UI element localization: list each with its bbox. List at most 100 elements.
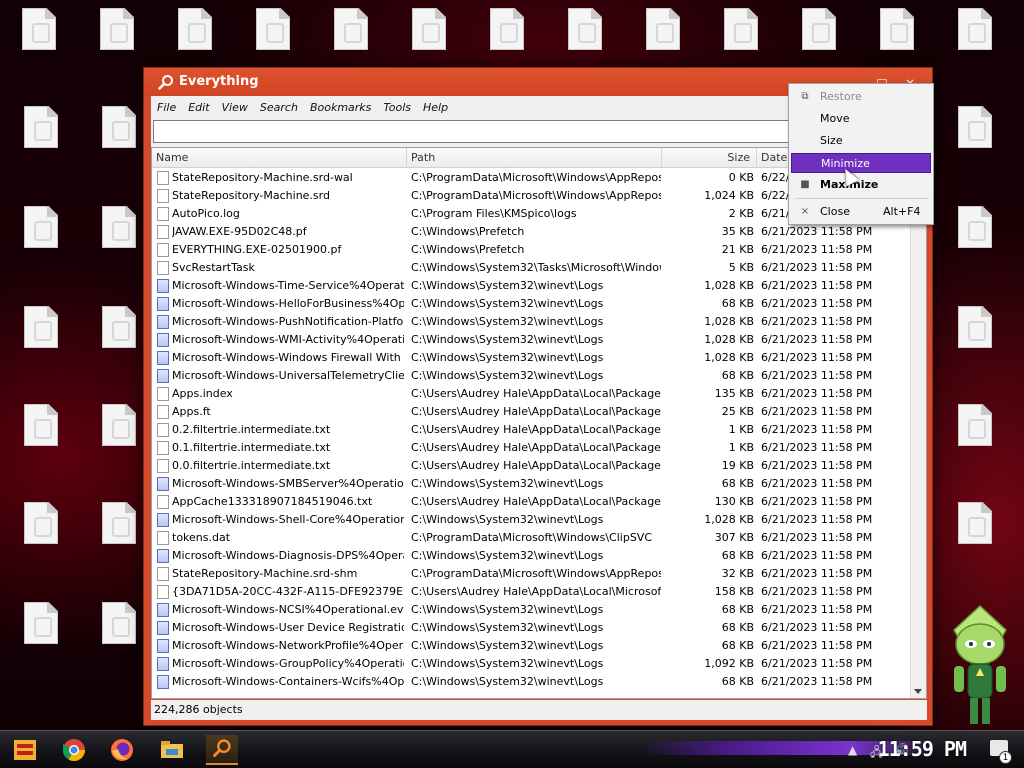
desktop-file-icon[interactable] — [2, 198, 78, 290]
tray-expand-icon[interactable]: ▲ — [848, 743, 857, 757]
menu-tools[interactable]: Tools — [377, 97, 417, 119]
table-row[interactable]: {3DA71D5A-20CC-432F-A115-DFE92379E91F}..… — [152, 583, 911, 601]
row-name: SvcRestartTask — [172, 261, 255, 274]
row-date: 6/21/2023 11:58 PM — [761, 351, 873, 364]
start-button-icon[interactable] — [12, 737, 38, 763]
file-icon — [100, 8, 134, 50]
table-row[interactable]: Apps.ft C:\Users\Audrey Hale\AppData\Loca… — [152, 403, 911, 421]
table-row[interactable]: Microsoft-Windows-WMI-Activity%4Operatio… — [152, 331, 911, 349]
minimize-icon: _ — [803, 158, 809, 169]
table-row[interactable]: Microsoft-Windows-NetworkProfile%4Operat… — [152, 637, 911, 655]
row-date: 6/21/2023 11:58 PM — [761, 531, 873, 544]
table-row[interactable]: Microsoft-Windows-UniversalTelemetryClie… — [152, 367, 911, 385]
desktop-file-icon[interactable] — [936, 396, 1012, 488]
table-row[interactable]: Microsoft-Windows-NCSI%4Operational.evtx… — [152, 601, 911, 619]
column-path[interactable]: Path — [407, 148, 662, 168]
row-size: 25 KB — [721, 405, 754, 418]
chrome-taskbar-icon[interactable] — [58, 735, 90, 765]
file-icon — [157, 567, 169, 581]
event-log-file-icon — [157, 549, 169, 563]
system-menu: ⧉ Restore Move Size _ Minimize ■ Maximize × Close… — [788, 83, 934, 225]
vertical-scrollbar[interactable] — [910, 148, 926, 698]
file-icon — [157, 405, 169, 419]
row-date: 6/21/2023 11:58 PM — [761, 567, 873, 580]
menu-search[interactable]: Search — [254, 97, 304, 119]
desktop-file-icon[interactable] — [936, 0, 1012, 92]
file-icon — [958, 206, 992, 248]
table-row[interactable]: Microsoft-Windows-GroupPolicy%4Operation… — [152, 655, 911, 673]
file-icon — [958, 404, 992, 446]
table-row[interactable]: 0.0.filtertrie.intermediate.txt C:\Users\… — [152, 457, 911, 475]
row-name: Microsoft-Windows-WMI-Activity%4Operatio… — [172, 333, 404, 346]
table-row[interactable]: EVERYTHING.EXE-02501900.pf C:\Windows\Pre… — [152, 241, 911, 259]
desktop-file-icon[interactable] — [2, 494, 78, 586]
table-row[interactable]: Microsoft-Windows-HelloForBusiness%4Oper… — [152, 295, 911, 313]
row-path: C:\Windows\System32\winevt\Logs — [411, 477, 604, 490]
system-tray: ▲ 🖧 🔊 11:59 PM 1 — [824, 731, 1024, 768]
table-row[interactable]: Microsoft-Windows-Windows Firewall With … — [152, 349, 911, 367]
table-row[interactable]: SvcRestartTask C:\Windows\System32\Tasks\… — [152, 259, 911, 277]
column-name[interactable]: Name — [152, 148, 407, 168]
desktop-file-icon[interactable] — [2, 396, 78, 488]
desktop-file-icon[interactable] — [2, 298, 78, 390]
table-row[interactable]: StateRepository-Machine.srd-shm C:\Progra… — [152, 565, 911, 583]
file-icon — [157, 585, 169, 599]
file-explorer-taskbar-icon[interactable] — [156, 735, 188, 765]
system-menu-item-move[interactable]: Move — [791, 109, 931, 129]
table-row[interactable]: Apps.index C:\Users\Audrey Hale\AppData\L… — [152, 385, 911, 403]
row-size: 130 KB — [714, 495, 754, 508]
system-menu-label: Restore — [820, 90, 862, 103]
row-name: Microsoft-Windows-NCSI%4Operational.evtx — [172, 603, 404, 616]
row-size: 68 KB — [721, 639, 754, 652]
desktop-file-icon[interactable] — [0, 0, 76, 92]
table-row[interactable]: tokens.dat C:\ProgramData\Microsoft\Windo… — [152, 529, 911, 547]
system-menu-item-restore[interactable]: ⧉ Restore — [791, 87, 931, 107]
table-row[interactable]: Microsoft-Windows-User Device Registrati… — [152, 619, 911, 637]
table-row[interactable]: Microsoft-Windows-Containers-Wcifs%4Oper… — [152, 673, 911, 691]
column-size[interactable]: Size — [662, 148, 757, 168]
desktop-file-icon[interactable] — [936, 198, 1012, 290]
table-row[interactable]: Microsoft-Windows-Diagnosis-DPS%4Operati… — [152, 547, 911, 565]
system-menu-item-size[interactable]: Size — [791, 131, 931, 151]
table-row[interactable]: 0.2.filtertrie.intermediate.txt C:\Users\… — [152, 421, 911, 439]
file-icon — [157, 423, 169, 437]
desktop-file-icon[interactable] — [2, 594, 78, 686]
menu-help[interactable]: Help — [417, 97, 454, 119]
row-date: 6/21/2023 11:58 PM — [761, 369, 873, 382]
menu-file[interactable]: File — [151, 97, 182, 119]
row-path: C:\Windows\System32\winevt\Logs — [411, 621, 604, 634]
system-menu-item-maximize[interactable]: ■ Maximize — [791, 175, 931, 195]
row-date: 6/21/2023 11:58 PM — [761, 639, 873, 652]
row-date: 6/21/2023 11:58 PM — [761, 261, 873, 274]
clock[interactable]: 11:59 PM — [878, 737, 967, 761]
file-icon — [24, 404, 58, 446]
system-menu-item-minimize[interactable]: _ Minimize — [791, 153, 931, 173]
row-path: C:\Windows\System32\winevt\Logs — [411, 657, 604, 670]
table-row[interactable]: Microsoft-Windows-SMBServer%4Operational… — [152, 475, 911, 493]
menu-bookmarks[interactable]: Bookmarks — [304, 97, 377, 119]
table-row[interactable]: Microsoft-Windows-Shell-Core%4Operationa… — [152, 511, 911, 529]
system-menu-item-close[interactable]: × Close Alt+F4 — [791, 202, 931, 222]
row-size: 1,092 KB — [704, 657, 754, 670]
file-icon — [22, 8, 56, 50]
table-row[interactable]: 0.1.filtertrie.intermediate.txt C:\Users\… — [152, 439, 911, 457]
file-icon — [646, 8, 680, 50]
notification-badge: 1 — [999, 751, 1012, 764]
desktop-file-icon[interactable] — [936, 494, 1012, 586]
table-row[interactable]: Microsoft-Windows-PushNotification-Platf… — [152, 313, 911, 331]
desktop-file-icon[interactable] — [936, 98, 1012, 190]
desktop-file-icon[interactable] — [2, 98, 78, 190]
firefox-taskbar-icon[interactable] — [106, 735, 138, 765]
menu-view[interactable]: View — [216, 97, 254, 119]
menu-edit[interactable]: Edit — [182, 97, 215, 119]
table-row[interactable]: JAVAW.EXE-95D02C48.pf C:\Windows\Prefetch… — [152, 223, 911, 241]
results-list[interactable]: Name Path Size Date StateRepository-Mach… — [151, 147, 927, 699]
table-row[interactable]: AppCache133318907184519046.txt C:\Users\A… — [152, 493, 911, 511]
desktop-file-icon[interactable] — [936, 298, 1012, 390]
menu-separator — [795, 198, 929, 199]
scroll-down-icon[interactable] — [914, 689, 922, 694]
everything-taskbar-icon[interactable] — [206, 735, 238, 765]
row-path: C:\ProgramData\Microsoft\Windows\ClipSVC — [411, 531, 653, 544]
row-path: C:\Windows\System32\winevt\Logs — [411, 315, 604, 328]
table-row[interactable]: Microsoft-Windows-Time-Service%4Operatio… — [152, 277, 911, 295]
